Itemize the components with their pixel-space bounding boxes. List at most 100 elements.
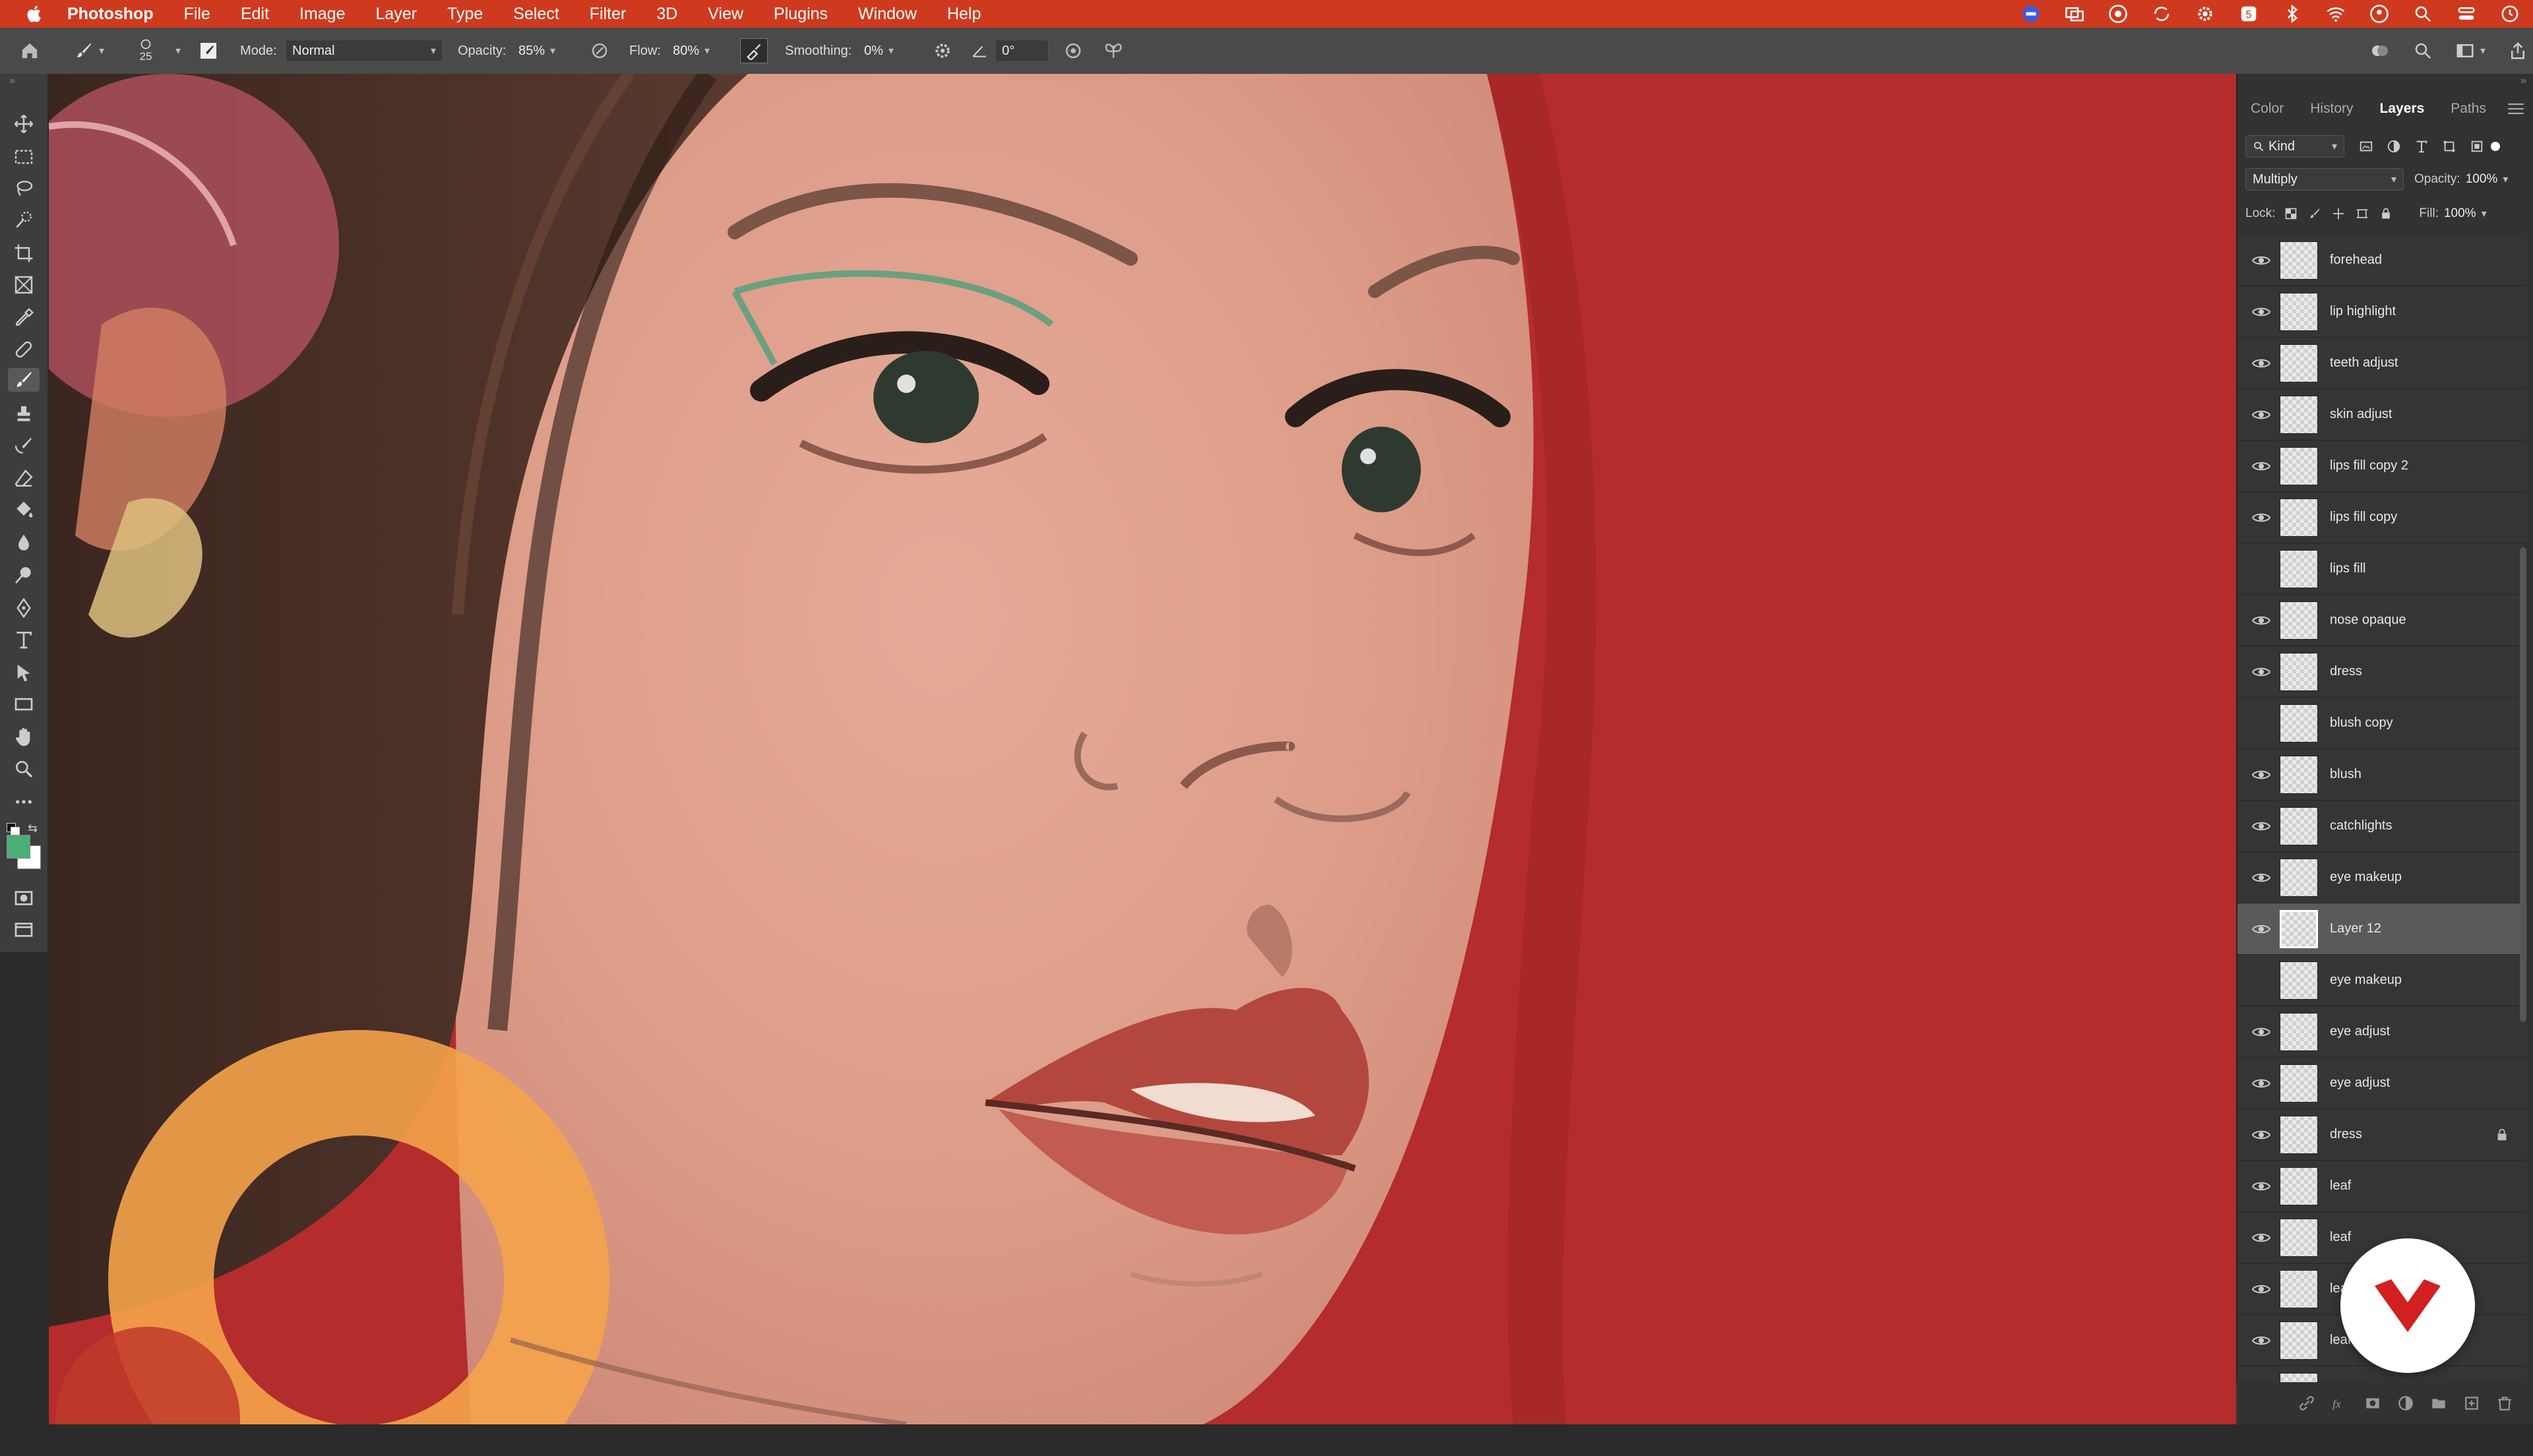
lock-all-icon[interactable]: [2379, 207, 2392, 220]
layer-row[interactable]: blush copy: [2237, 698, 2526, 749]
filter-adjustment-icon[interactable]: [2387, 139, 2401, 154]
filter-pixel-icon[interactable]: [2359, 139, 2373, 154]
menu-select[interactable]: Select: [513, 5, 559, 24]
menu-type[interactable]: Type: [447, 5, 483, 24]
document-canvas[interactable]: [49, 74, 2236, 1424]
smoothing-options-button[interactable]: [933, 28, 953, 74]
home-button[interactable]: [20, 28, 40, 74]
layer-opacity-value[interactable]: 100%: [2466, 172, 2498, 187]
filter-type-icon[interactable]: [2414, 139, 2429, 154]
visibility-toggle[interactable]: [2247, 611, 2276, 630]
visibility-toggle[interactable]: [2247, 1279, 2276, 1299]
layer-filter-select[interactable]: Kind ▾: [2245, 135, 2344, 158]
rectangle-tool[interactable]: [12, 692, 36, 716]
panel-menu-icon[interactable]: [2507, 100, 2525, 117]
chevron-down-icon[interactable]: ▾: [175, 44, 181, 57]
visibility-toggle[interactable]: [2247, 508, 2276, 528]
visibility-toggle[interactable]: [2247, 302, 2276, 322]
layer-thumbnail[interactable]: [2280, 704, 2318, 743]
lock-pixels-icon[interactable]: [2308, 207, 2321, 220]
visibility-toggle[interactable]: [2247, 971, 2276, 990]
crop-tool[interactable]: [12, 241, 36, 265]
opacity-input[interactable]: 85% ▾: [512, 40, 573, 62]
app-badge-icon[interactable]: 5: [2239, 4, 2259, 24]
layer-thumbnail[interactable]: [2280, 1115, 2318, 1154]
eyedropper-tool[interactable]: [12, 306, 36, 330]
dodge-tool[interactable]: [12, 563, 36, 587]
fx-icon[interactable]: fx: [2331, 1395, 2348, 1412]
layer-row[interactable]: forehead: [2237, 235, 2526, 286]
menu-edit[interactable]: Edit: [241, 5, 269, 24]
layer-row[interactable]: eye adjust: [2237, 1006, 2526, 1058]
blur-tool[interactable]: [12, 531, 36, 555]
layer-thumbnail[interactable]: [2280, 241, 2318, 280]
visibility-toggle[interactable]: [2247, 1074, 2276, 1093]
layer-row[interactable]: skin adjust: [2237, 389, 2526, 440]
layer-thumbnail[interactable]: [2280, 446, 2318, 485]
marquee-tool[interactable]: [12, 145, 36, 169]
new-group-icon[interactable]: [2430, 1395, 2447, 1412]
layer-thumbnail[interactable]: [2280, 1012, 2318, 1051]
search-icon[interactable]: [2413, 4, 2433, 24]
menu-file[interactable]: File: [184, 5, 210, 24]
menu-layer[interactable]: Layer: [375, 5, 417, 24]
quick-mask-button[interactable]: [12, 886, 36, 910]
layer-thumbnail[interactable]: [2280, 1167, 2318, 1205]
new-layer-icon[interactable]: [2463, 1395, 2480, 1412]
healing-tool[interactable]: [12, 338, 36, 361]
visibility-toggle[interactable]: [2247, 868, 2276, 888]
tab-history[interactable]: History: [2297, 92, 2366, 125]
type-tool[interactable]: [12, 628, 36, 652]
tab-paths[interactable]: Paths: [2437, 92, 2499, 125]
layer-thumbnail[interactable]: [2280, 292, 2318, 331]
path-select-tool[interactable]: [12, 661, 36, 684]
visibility-toggle[interactable]: [2247, 1125, 2276, 1145]
visibility-toggle[interactable]: [2247, 405, 2276, 425]
lock-transparency-icon[interactable]: [2284, 207, 2298, 220]
chevron-down-icon[interactable]: ▾: [2480, 44, 2486, 57]
lock-position-icon[interactable]: [2332, 207, 2345, 220]
brush-settings-button[interactable]: [198, 28, 219, 74]
quick-select-tool[interactable]: [12, 208, 36, 232]
more-tools[interactable]: [12, 790, 36, 814]
pen-tool[interactable]: [12, 596, 36, 620]
brush-size-picker[interactable]: 25: [137, 28, 154, 74]
bluetooth-icon[interactable]: [2282, 4, 2302, 24]
menu-filter[interactable]: Filter: [590, 5, 627, 24]
layer-thumbnail[interactable]: [2280, 961, 2318, 1000]
layer-row[interactable]: eye makeup: [2237, 955, 2526, 1006]
layer-row[interactable]: leaf: [2237, 1161, 2526, 1212]
fill-value[interactable]: 100%: [2444, 206, 2476, 221]
visibility-toggle[interactable]: [2247, 816, 2276, 836]
collapse-icon[interactable]: »: [9, 75, 15, 87]
menu-view[interactable]: View: [708, 5, 743, 24]
tab-color[interactable]: Color: [2237, 92, 2297, 125]
layer-row[interactable]: lips fill copy: [2237, 492, 2526, 543]
gear-icon[interactable]: [2195, 4, 2215, 24]
screens-icon[interactable]: [2065, 4, 2084, 24]
menu-app-name[interactable]: Photoshop: [67, 5, 154, 24]
hand-tool[interactable]: [12, 725, 36, 749]
menu-image[interactable]: Image: [299, 5, 345, 24]
visibility-toggle[interactable]: [2247, 1331, 2276, 1350]
menu-help[interactable]: Help: [947, 5, 981, 24]
default-colors-icon[interactable]: [7, 823, 20, 836]
screen-mode-button[interactable]: [12, 918, 36, 942]
visibility-toggle[interactable]: [2247, 456, 2276, 476]
share-icon[interactable]: [2508, 41, 2528, 61]
visibility-toggle[interactable]: [2247, 559, 2276, 579]
chevron-down-icon[interactable]: ▾: [2482, 207, 2487, 220]
apple-icon[interactable]: [25, 4, 45, 24]
layer-thumbnail[interactable]: [2280, 549, 2318, 588]
smoothing-input[interactable]: 0% ▾: [858, 40, 918, 62]
angle-input[interactable]: 0°: [995, 40, 1049, 62]
layer-thumbnail[interactable]: [2280, 652, 2318, 691]
visibility-toggle[interactable]: [2247, 765, 2276, 785]
layer-thumbnail[interactable]: [2280, 1064, 2318, 1103]
add-mask-icon[interactable]: [2364, 1395, 2381, 1412]
swap-colors-icon[interactable]: ⇆: [28, 822, 38, 835]
airbrush-button[interactable]: [740, 28, 768, 74]
link-icon[interactable]: [2298, 1395, 2315, 1412]
status-circle-icon[interactable]: [2021, 4, 2041, 24]
move-tool[interactable]: [12, 112, 36, 136]
